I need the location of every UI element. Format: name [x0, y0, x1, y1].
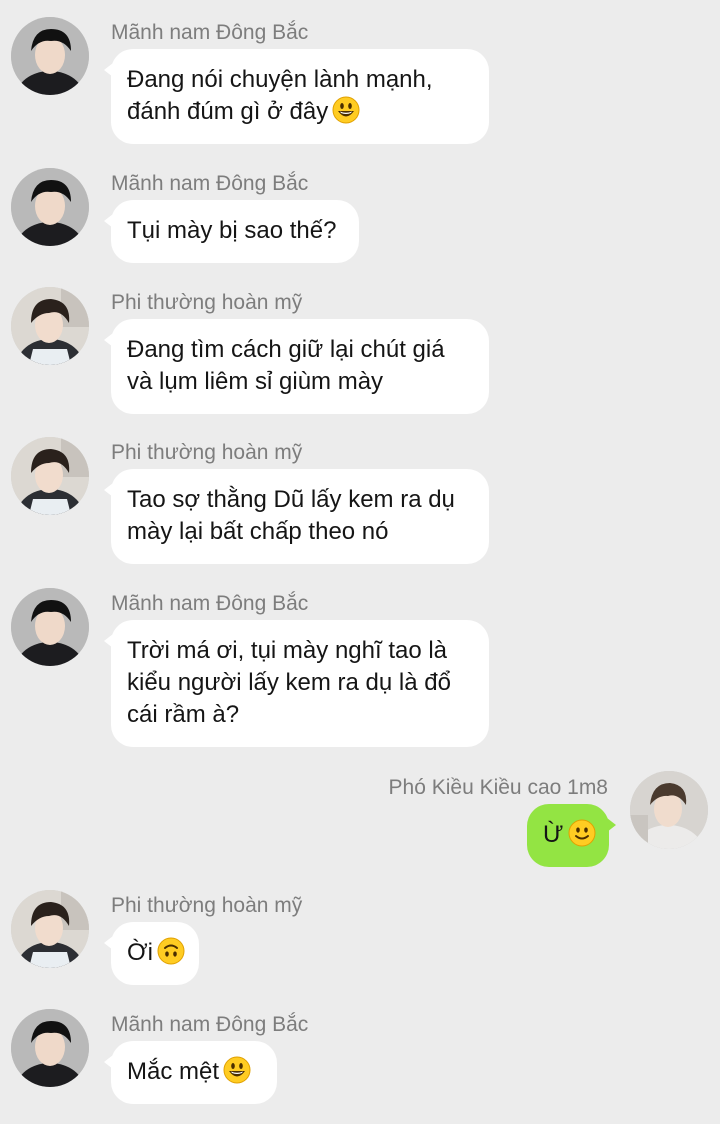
grinning-face-icon	[223, 1056, 251, 1084]
message-bubble[interactable]: Trời má ơi, tụi mày nghĩ tao là kiểu ngư…	[104, 620, 489, 747]
message-bubble[interactable]: Ời	[104, 922, 199, 985]
message-bubble[interactable]: Tao sợ thằng Dũ lấy kem ra dụ mày lại bấ…	[104, 469, 489, 564]
avatar-phi-thuong[interactable]	[11, 287, 89, 365]
message-text: mày lại bất chấp theo nó	[127, 518, 389, 545]
sender-name: Mãnh nam Đông Bắc	[111, 172, 309, 195]
message-bubble[interactable]: Ừ	[527, 804, 616, 867]
message-text: Ừ	[543, 821, 564, 848]
sender-name: Phi thường hoàn mỹ	[111, 291, 303, 314]
message-text: và lụm liêm sỉ giùm mày	[127, 368, 384, 395]
message-text: cái rầm à?	[127, 701, 240, 728]
message-text: Mắc mệt	[127, 1058, 220, 1085]
grinning-face-icon	[332, 96, 360, 124]
avatar-manh-nam[interactable]	[11, 588, 89, 666]
message-text: Tao sợ thằng Dũ lấy kem ra dụ	[127, 486, 455, 513]
message-text: Tụi mày bị sao thế?	[127, 217, 337, 244]
message-bubble[interactable]: Tụi mày bị sao thế?	[104, 200, 359, 263]
avatar-manh-nam[interactable]	[11, 168, 89, 246]
message-text: Đang tìm cách giữ lại chút giá	[127, 336, 445, 363]
avatar-manh-nam[interactable]	[11, 17, 89, 95]
message-bubble[interactable]: Đang nói chuyện lành mạnh, đánh đúm gì ở…	[104, 49, 489, 144]
message-text: Trời má ơi, tụi mày nghĩ tao là	[127, 637, 448, 664]
sender-name: Phi thường hoàn mỹ	[111, 894, 303, 917]
sender-name: Phó Kiều Kiều cao 1m8	[388, 776, 608, 799]
avatar-phi-thuong[interactable]	[11, 437, 89, 515]
sender-name: Mãnh nam Đông Bắc	[111, 1013, 309, 1036]
sender-name: Phi thường hoàn mỹ	[111, 441, 303, 464]
message-text: Ời	[127, 939, 153, 966]
avatar-manh-nam[interactable]	[11, 1009, 89, 1087]
avatar-pho-kieu-kieu[interactable]	[630, 771, 708, 849]
message-text: đánh đúm gì ở đây	[127, 98, 329, 125]
message-text: Đang nói chuyện lành mạnh,	[127, 66, 433, 93]
message-bubble[interactable]: Đang tìm cách giữ lại chút giá và lụm li…	[104, 319, 489, 414]
sender-name: Mãnh nam Đông Bắc	[111, 21, 309, 44]
message-bubble[interactable]: Mắc mệt	[104, 1041, 277, 1104]
avatar-phi-thuong[interactable]	[11, 890, 89, 968]
message-text: kiểu người lấy kem ra dụ là đổ	[127, 669, 451, 696]
slightly-smiling-face-icon	[568, 819, 596, 847]
sender-name: Mãnh nam Đông Bắc	[111, 592, 309, 615]
upside-down-face-icon	[157, 937, 185, 965]
